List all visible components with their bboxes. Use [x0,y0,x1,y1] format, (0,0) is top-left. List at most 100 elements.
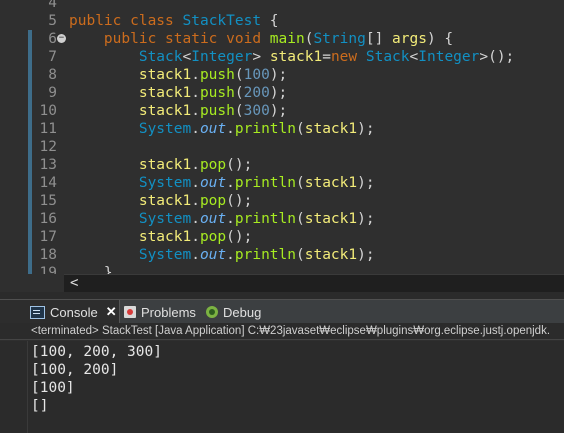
horizontal-scrollbar[interactable]: < [0,274,564,292]
code-token: ); [357,121,375,137]
code-token: . [191,229,200,245]
code-token: . [191,211,200,227]
code-token: ); [269,67,288,83]
close-icon[interactable]: ✕ [106,304,117,320]
code-token: println [234,175,296,191]
code-line[interactable]: 4 [0,0,564,12]
line-number: 13 [39,157,57,173]
code-text: public class StackTest { [69,12,279,30]
console-output-line: [] [31,398,49,414]
scroll-left-icon[interactable]: < [70,275,78,292]
line-number: 12 [39,139,57,155]
code-line[interactable]: 13 stack1.pop(); [0,156,564,174]
code-token: < [409,49,419,65]
code-token: System [69,121,192,137]
code-token: ( [234,85,244,101]
code-token: System [69,175,192,191]
code-token: pop [199,193,227,209]
code-line[interactable]: 8 stack1.push(100); [0,66,564,84]
code-token: ); [269,103,288,119]
code-line[interactable]: 12 [0,138,564,156]
code-token: Stack [365,49,410,65]
code-text: Stack<Integer> stack1=new Stack<Integer>… [69,48,514,66]
code-line[interactable]: 10 stack1.push(300); [0,102,564,120]
code-line[interactable]: 6− public static void main(String[] args… [0,30,564,48]
code-token: println [234,247,296,263]
tab-console[interactable]: Console ✕ [0,300,120,324]
code-token: ( [234,67,244,83]
console-left-ruler [0,341,28,433]
code-token: stack1 [269,49,323,65]
tab-debug[interactable]: Debug [206,300,261,324]
code-token: . [191,193,200,209]
code-token: . [191,85,200,101]
code-text: System.out.println(stack1); [69,210,375,228]
code-token: . [226,247,235,263]
console-output-line: [100, 200] [31,362,119,378]
line-number: 16 [39,211,57,227]
code-line[interactable]: 11 System.out.println(stack1); [0,120,564,138]
code-line[interactable]: 16 System.out.println(stack1); [0,210,564,228]
code-token: > [252,49,270,65]
code-line[interactable]: 14 System.out.println(stack1); [0,174,564,192]
code-line[interactable]: 7 Stack<Integer> stack1=new Stack<Intege… [0,48,564,66]
line-number: 15 [39,193,57,209]
code-token: [] [365,31,393,47]
code-token: stack1 [304,247,358,263]
code-token: 300 [243,103,270,119]
code-line[interactable]: 17 stack1.pop(); [0,228,564,246]
code-token: ( [296,211,305,227]
code-text: } [69,264,113,274]
code-token: 200 [243,85,270,101]
code-token: ); [357,175,375,191]
code-token: . [191,175,200,191]
code-token: stack1 [69,157,192,173]
code-token: new [330,49,366,65]
code-token: (); [226,229,253,245]
code-text: stack1.pop(); [69,156,253,174]
console-output[interactable]: [100, 200, 300] [100, 200] [100] [] [0,341,564,433]
code-token: ( [296,175,305,191]
code-token: args [392,31,427,47]
tab-problems[interactable]: Problems [124,300,196,324]
code-token: { [261,13,279,29]
code-token: (); [226,157,253,173]
code-token: public static void [69,31,270,47]
scrollbar-corner [0,275,64,292]
tab-problems-label: Problems [141,304,196,320]
code-token: Integer [418,49,480,65]
code-text: System.out.println(stack1); [69,120,375,138]
code-token: println [234,211,296,227]
tab-console-label: Console [50,304,98,320]
panel-separator [0,292,564,299]
console-output-line: [100] [31,380,75,396]
code-token: } [69,265,113,274]
line-number: 4 [48,0,57,11]
code-line[interactable]: 19 } [0,264,564,274]
code-line[interactable]: 15 stack1.pop(); [0,192,564,210]
code-text: public static void main(String[] args) { [69,30,453,48]
code-token: ( [296,121,305,137]
code-token: push [199,67,235,83]
code-line[interactable]: 9 stack1.push(200); [0,84,564,102]
code-token: (); [226,193,253,209]
code-token: . [226,211,235,227]
code-token: System [69,247,192,263]
code-token: 100 [243,67,270,83]
code-token: < [182,49,192,65]
code-token: stack1 [69,229,192,245]
code-line[interactable]: 5 public class StackTest { [0,12,564,30]
line-number: 14 [39,175,57,191]
code-editor[interactable]: 4 5 public class StackTest {6− public stat… [0,0,564,274]
fold-toggle-icon[interactable]: − [57,34,66,43]
code-line[interactable]: 18 System.out.println(stack1); [0,246,564,264]
line-number: 5 [48,13,57,29]
line-number: 9 [48,85,57,101]
code-token: ); [269,85,288,101]
code-token: out [199,175,227,191]
code-token: out [199,211,227,227]
code-token: stack1 [69,85,192,101]
code-token: Integer [191,49,253,65]
line-number: 10 [39,103,57,119]
code-token: . [226,121,235,137]
